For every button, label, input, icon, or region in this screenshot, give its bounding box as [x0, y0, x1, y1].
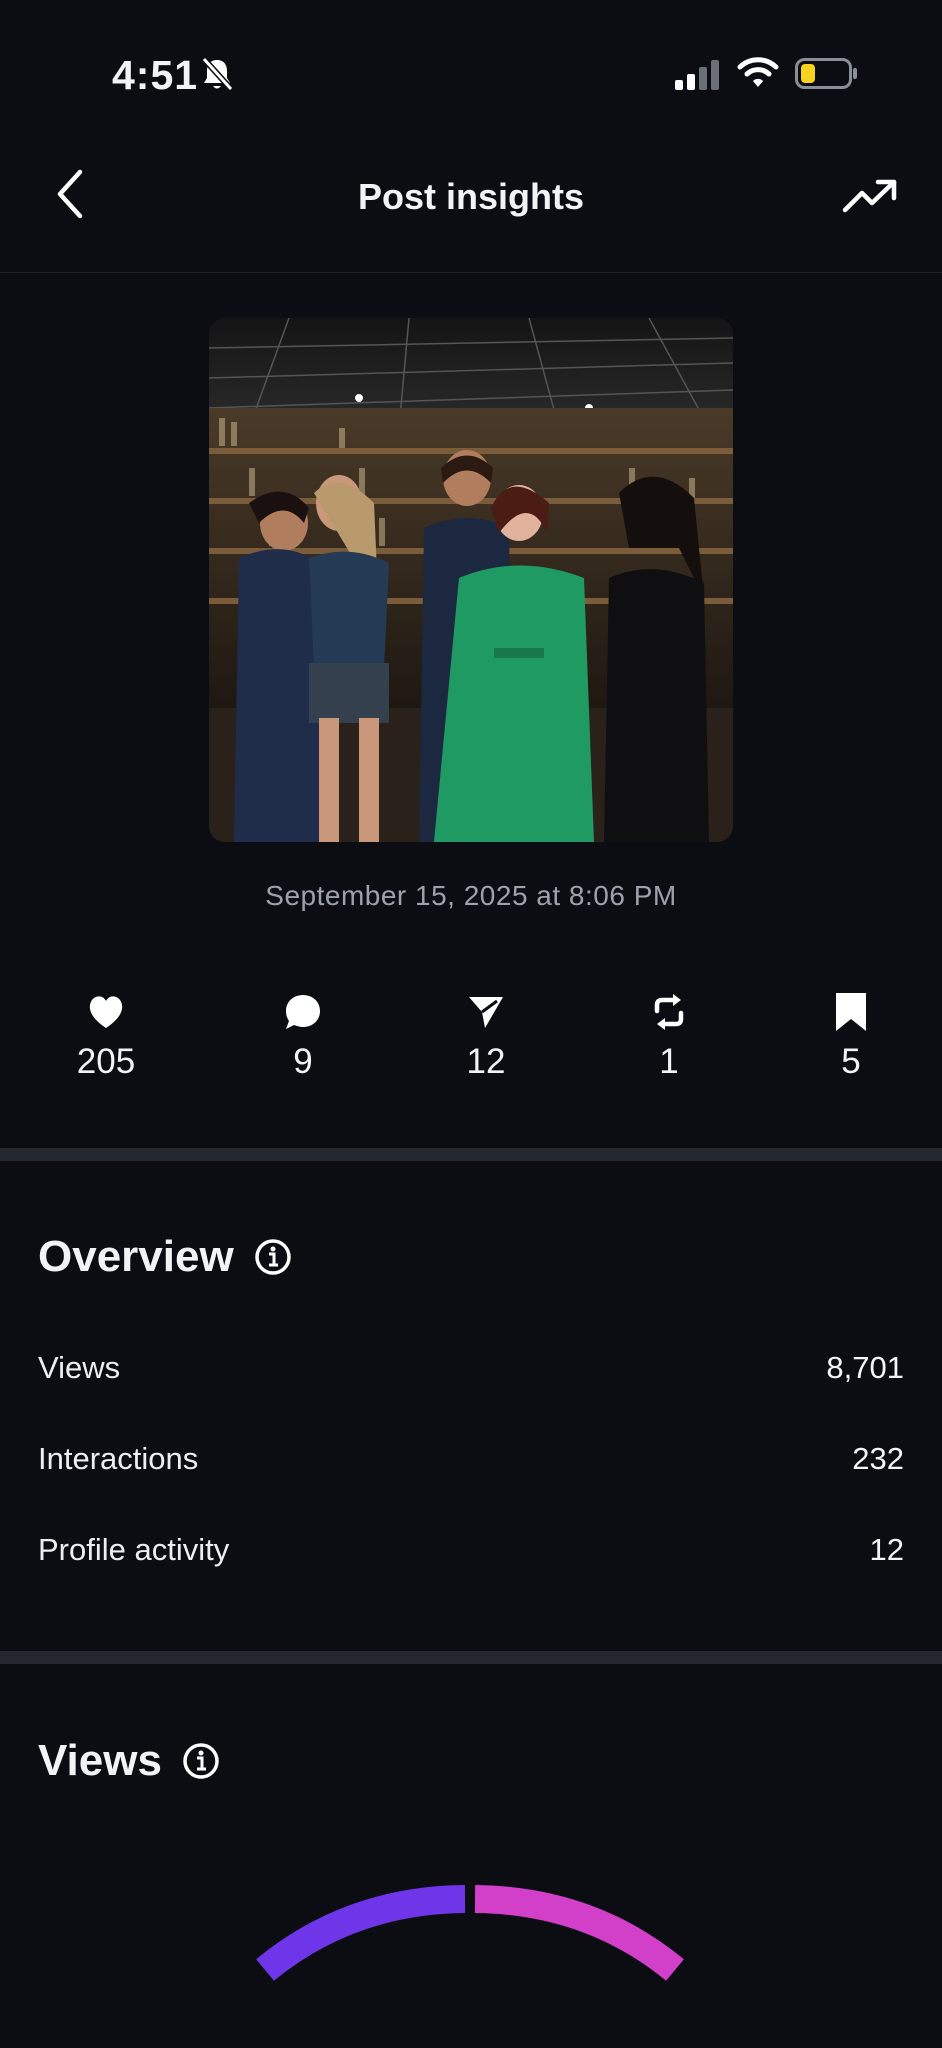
- comments-count: 9: [293, 1042, 313, 1081]
- row-value: 12: [869, 1532, 904, 1567]
- shares-count: 12: [466, 1042, 506, 1081]
- trending-up-icon: [842, 178, 898, 219]
- status-bar: 4:51: [0, 0, 942, 150]
- bookmark-icon: [781, 990, 921, 1034]
- post-date: September 15, 2025 at 8:06 PM: [265, 880, 677, 911]
- section-divider: [0, 1148, 942, 1161]
- comment-icon: [233, 990, 373, 1034]
- views-title: Views: [38, 1736, 162, 1785]
- reposts-count: 1: [659, 1042, 679, 1081]
- row-label: Interactions: [38, 1441, 199, 1476]
- likes-metric: 205: [36, 990, 176, 1082]
- silent-bell-icon: [200, 56, 234, 97]
- post-photo[interactable]: [209, 318, 733, 842]
- page-title: Post insights: [357, 176, 585, 217]
- row-label: Profile activity: [38, 1532, 230, 1567]
- saves-metric: 5: [781, 990, 921, 1082]
- info-icon[interactable]: [254, 1238, 292, 1276]
- comments-metric: 9: [233, 990, 373, 1082]
- overview-title: Overview: [38, 1232, 234, 1281]
- repost-icon: [599, 990, 739, 1034]
- section-divider: [0, 1651, 942, 1664]
- likes-count: 205: [76, 1042, 136, 1081]
- saves-count: 5: [841, 1042, 861, 1081]
- battery-icon: [795, 58, 859, 95]
- cellular-signal-icon: [675, 60, 721, 97]
- send-icon: [416, 990, 556, 1034]
- views-donut-chart: [240, 1860, 700, 2015]
- overview-row-views[interactable]: Views 8,701: [38, 1350, 904, 1386]
- shares-metric: 12: [416, 990, 556, 1082]
- heart-icon: [36, 990, 176, 1034]
- overview-row-interactions[interactable]: Interactions 232: [38, 1441, 904, 1477]
- status-time: 4:51: [112, 52, 199, 98]
- overview-row-profile-activity[interactable]: Profile activity 12: [38, 1532, 904, 1568]
- row-value: 8,701: [826, 1350, 904, 1385]
- reposts-metric: 1: [599, 990, 739, 1082]
- row-label: Views: [38, 1350, 121, 1385]
- trends-button[interactable]: [838, 172, 902, 224]
- views-heading: Views: [38, 1736, 220, 1786]
- gauge-segment-left: [256, 1885, 466, 1981]
- navigation-bar: Post insights: [0, 150, 942, 273]
- overview-heading: Overview: [38, 1232, 292, 1282]
- info-icon[interactable]: [182, 1742, 220, 1780]
- wifi-icon: [737, 56, 779, 95]
- row-value: 232: [852, 1441, 904, 1476]
- gauge-segment-right: [474, 1885, 684, 1981]
